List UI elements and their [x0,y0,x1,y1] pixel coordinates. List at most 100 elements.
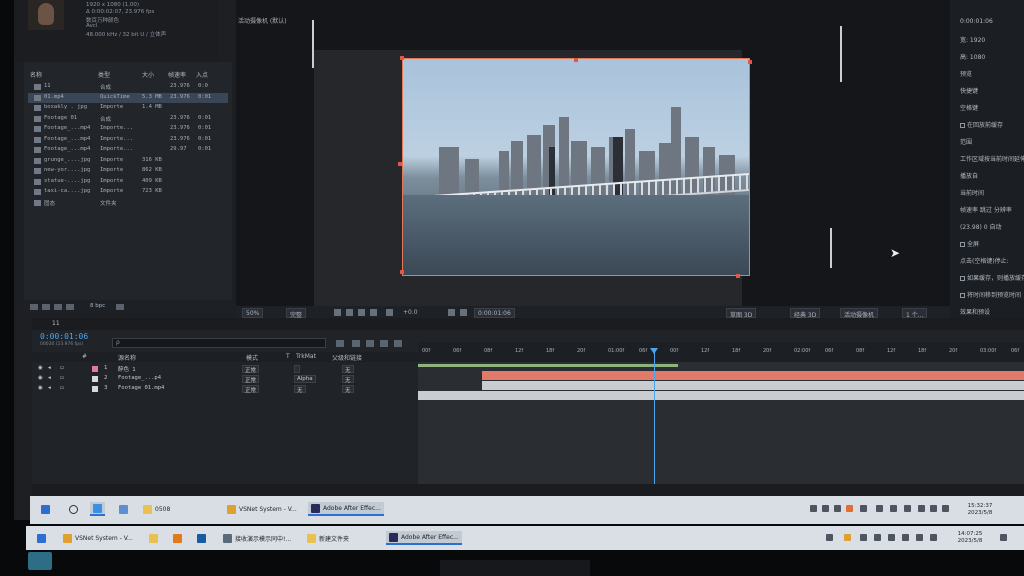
timeline-layer[interactable]: ◉ ◂ ▫ 1 醉色 1 正常 无 [32,364,418,374]
layer-bar-3[interactable] [418,391,1024,400]
project-item[interactable]: boxakly . jpg Importe 1.4 MB [28,103,228,113]
local-taskbar-vsnet[interactable]: VSNet System - V... [60,531,136,545]
taskbar-folder[interactable]: 0508 [140,502,173,516]
local-tray-icon-2[interactable] [844,534,851,541]
local-tray-icon-5[interactable] [888,534,895,541]
work-area-bar[interactable] [418,362,1024,370]
new-comp-icon[interactable] [54,304,62,310]
viewer-timecode[interactable]: 0:00:01:06 [474,308,515,318]
exposure-value[interactable]: +0.0 [400,308,421,318]
tray-icon-7[interactable] [890,505,897,512]
transform-handle-l[interactable] [398,162,402,166]
col-parent[interactable]: 父级和链接 [332,353,362,362]
start-button[interactable] [38,502,53,516]
parent-select[interactable]: 无 [342,365,354,374]
local-taskbar-new-folder[interactable]: 新建文件夹 [304,531,352,545]
preview-option[interactable]: 将时间移到预览时间 [960,290,1021,299]
frame-blend-icon[interactable] [366,340,374,347]
color-icon[interactable] [386,309,393,316]
project-item[interactable]: Footage 01 合成 23.976 0:01 [28,114,228,124]
local-taskbar-receiver[interactable]: 接收演示模示同中!... [220,531,294,545]
transform-handle-tl[interactable] [400,56,404,60]
tray-icon-6[interactable] [876,505,883,512]
interpret-footage-icon[interactable] [30,304,38,310]
layer-track-area[interactable] [418,370,1024,494]
project-item[interactable]: grunge_....jpg Importe 316 KB [28,156,228,166]
mask-icon[interactable] [358,309,365,316]
tray-icon-5[interactable] [860,505,867,512]
track-matte-select[interactable]: 无 [294,385,306,394]
checkbox[interactable] [960,293,965,298]
checkbox[interactable] [960,242,965,247]
transform-handle-t[interactable] [574,58,578,62]
project-item[interactable]: Footage_...mp4 Importe... 23.976 0:01 [28,135,228,145]
graph-editor-icon[interactable] [394,340,402,347]
views-select[interactable]: 1 个... [902,308,928,319]
transform-handle-tr[interactable] [748,60,752,64]
show-snapshot-icon[interactable] [460,309,467,316]
timeline-layer[interactable]: ◉ ◂ ▫ 3 Footage 01.mp4 正常 无 无 [32,384,418,394]
channel-icon[interactable] [370,309,377,316]
local-tray-icon-7[interactable] [916,534,923,541]
blend-mode-select[interactable]: 正常 [242,365,260,374]
checkbox[interactable] [960,123,965,128]
shy-icon[interactable] [352,340,360,347]
tray-icon-3[interactable] [834,505,841,512]
track-matte-select[interactable]: Alpha [294,375,316,383]
network-icon[interactable] [942,505,949,512]
tray-icon-9[interactable] [918,505,925,512]
project-item[interactable]: taxi-ca....jpg Importe 723 KB [28,187,228,197]
preview-option[interactable]: 如果缓存，则播放缓存帧 [960,273,1024,282]
preview-option[interactable]: 全屏 [960,239,979,248]
resolution-select[interactable]: 完整 [286,308,307,319]
track-matte-select[interactable] [294,365,300,373]
local-pinned-photoshop[interactable] [194,531,209,545]
col-type[interactable]: 类型 [98,70,110,79]
settings-icon[interactable] [66,304,74,310]
parent-select[interactable]: 无 [342,375,354,384]
col-trkmat[interactable]: TrkMat [296,353,316,360]
eye-icon[interactable]: ◉ [38,375,43,381]
layer-name[interactable]: Footage 01.mp4 [118,385,164,391]
lock-icon[interactable]: ▫ [60,365,64,371]
label-color-icon[interactable] [92,376,98,382]
lock-icon[interactable]: ▫ [60,385,64,391]
local-clock[interactable]: 14:07:25 2023/5/8 [950,531,990,545]
bpc-label[interactable]: 8 bpc [90,303,105,309]
preview-option[interactable]: 在回放前缓存 [960,120,1003,129]
transform-handle-br[interactable] [736,274,740,278]
layer-search-input[interactable]: ρ [112,338,326,348]
renderer-select[interactable]: 经典 3D [790,308,821,319]
tray-icon-2[interactable] [822,505,829,512]
local-taskbar-after-effects[interactable]: Adobe After Effec... [386,531,462,545]
local-start-button[interactable] [34,531,49,545]
project-item[interactable]: 01.mp4 QuickTime 5.3 MB 23.976 0:01 [28,92,228,103]
tray-icon-1[interactable] [810,505,817,512]
notification-icon[interactable] [1000,534,1007,541]
tray-icon-4[interactable] [846,505,853,512]
col-name[interactable]: 名称 [30,70,42,79]
delete-icon[interactable] [116,304,124,310]
current-time-display[interactable]: 0:00:01:06 [40,332,88,341]
city-footage-layer[interactable] [402,58,750,276]
local-tray-icon-4[interactable] [874,534,881,541]
project-item[interactable]: 固态 文件夹 [28,198,228,208]
blend-mode-select[interactable]: 正常 [242,375,260,384]
taskview-button[interactable] [90,502,105,516]
lock-icon[interactable]: ▫ [60,375,64,381]
camera-select[interactable]: 活动摄像机 [840,308,879,319]
zoom-select[interactable]: 50% [242,308,264,318]
camera-icon[interactable] [448,309,455,316]
col-mode[interactable]: 模式 [246,353,258,362]
pinned-app[interactable] [116,502,131,516]
blend-mode-select[interactable]: 正常 [242,385,260,394]
audio-icon[interactable]: ◂ [48,375,51,381]
checkbox[interactable] [960,276,965,281]
search-button[interactable] [66,502,81,516]
fit-icon[interactable] [334,309,341,316]
motion-blur-icon[interactable] [380,340,388,347]
work-area-range[interactable] [418,364,678,367]
local-tray-icon-6[interactable] [902,534,909,541]
eye-icon[interactable]: ◉ [38,365,43,371]
comp-flowchart-icon[interactable] [336,340,344,347]
